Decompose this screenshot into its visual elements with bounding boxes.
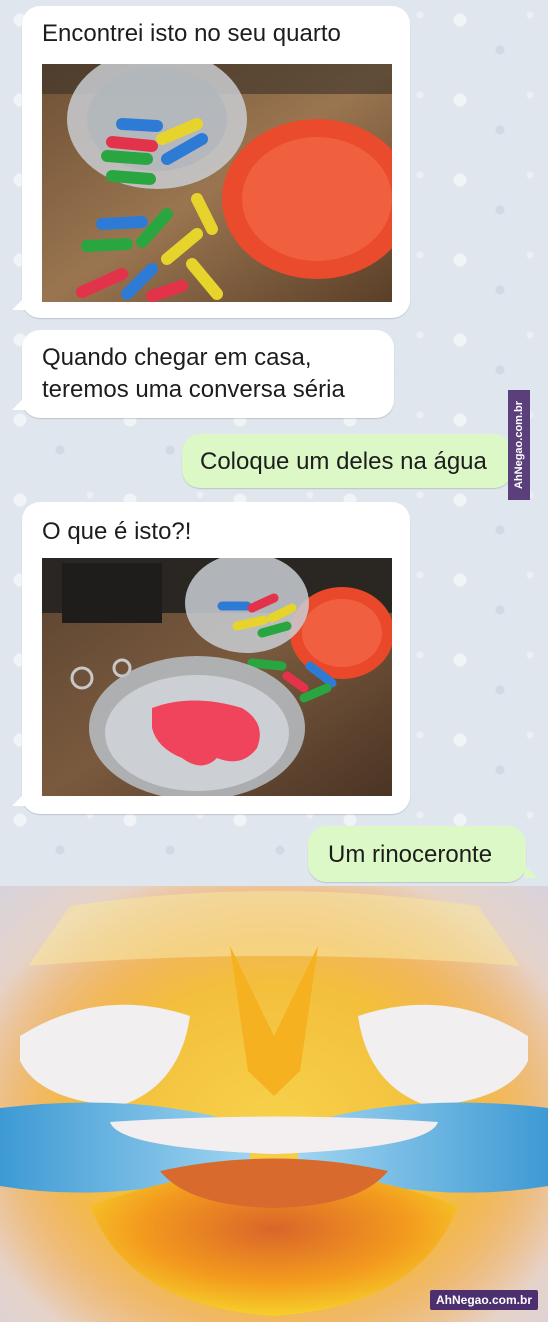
message-text: Encontrei isto no seu quarto: [42, 20, 341, 47]
message-text-line-2: teremos uma conversa séria: [42, 376, 345, 403]
message-bubble-outgoing[interactable]: Coloque um deles na água: [182, 434, 512, 488]
bubble-tail: [12, 396, 26, 410]
pills-photo-image: [42, 64, 392, 302]
message-bubble-incoming[interactable]: O que é isto?!: [22, 502, 410, 814]
rhino-photo-image: [42, 558, 392, 796]
message-text-line-1: Quando chegar em casa,: [42, 344, 312, 371]
message-text: Coloque um deles na água: [200, 448, 487, 475]
watermark-side-text: AhNegao.com.br: [513, 400, 525, 490]
bubble-tail: [12, 296, 26, 310]
pills-photo[interactable]: [42, 64, 392, 302]
emoji-meme-image: [0, 886, 548, 1322]
watermark-side: AhNegao.com.br: [508, 390, 530, 500]
bubble-tail: [12, 792, 26, 806]
bubble-tail: [524, 864, 538, 878]
message-bubble-incoming[interactable]: Encontrei isto no seu quarto: [22, 6, 410, 318]
watermark-bottom: AhNegao.com.br: [429, 1290, 538, 1310]
message-text: O que é isto?!: [42, 518, 192, 545]
message-bubble-outgoing[interactable]: Um rinoceronte: [308, 826, 526, 882]
chat-area: Encontrei isto no seu quarto Quando cheg…: [0, 0, 548, 886]
message-bubble-incoming[interactable]: Quando chegar em casa, teremos uma conve…: [22, 330, 394, 418]
crying-laughing-emoji-icon: AhNegao.com.br: [0, 886, 548, 1322]
rhino-photo[interactable]: [42, 558, 392, 796]
message-text: Um rinoceronte: [328, 841, 493, 868]
